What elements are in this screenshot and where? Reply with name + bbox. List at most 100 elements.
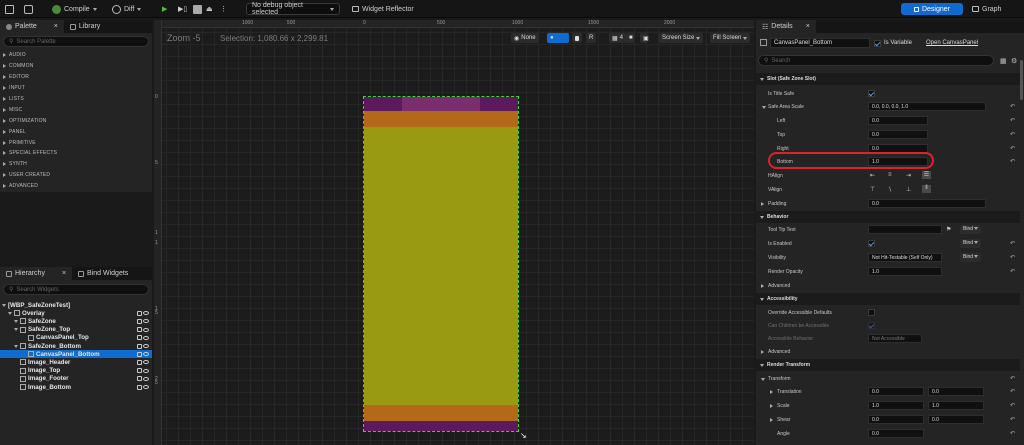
lock-icon[interactable] xyxy=(137,327,142,333)
eye-icon[interactable] xyxy=(143,352,149,357)
lock-icon[interactable] xyxy=(137,351,142,357)
can-children-checkbox[interactable] xyxy=(868,322,875,329)
tab-details[interactable]: ☷ Details × xyxy=(756,20,816,33)
hierarchy-item[interactable]: Overlay xyxy=(0,309,152,317)
is-variable-checkbox[interactable] xyxy=(874,40,881,47)
reset-arrow-icon[interactable]: ↶ xyxy=(1010,430,1015,437)
align-right-icon[interactable]: ⇥ xyxy=(906,172,911,179)
screen-size-select[interactable]: Screen Size xyxy=(659,33,704,43)
tab-library[interactable]: Library xyxy=(64,20,106,33)
hierarchy-item[interactable]: Image_Top xyxy=(0,367,152,375)
shear-y-field[interactable]: 0.0 xyxy=(928,415,984,424)
dpi-none-button[interactable]: ◉ None xyxy=(511,33,539,43)
eye-icon[interactable] xyxy=(143,319,149,324)
close-icon[interactable]: × xyxy=(62,270,66,277)
device-icon[interactable]: ▣ xyxy=(640,33,649,43)
flag-icon[interactable]: ⚑ xyxy=(946,226,951,233)
palette-category[interactable]: OPTIMIZATION xyxy=(0,115,152,126)
hierarchy-item[interactable]: SafeZone_Bottom xyxy=(0,342,152,350)
palette-category[interactable]: EDITOR xyxy=(0,72,152,83)
fill-screen-select[interactable]: Fill Screen xyxy=(710,33,751,43)
reset-arrow-icon[interactable]: ↶ xyxy=(1010,131,1015,138)
hierarchy-item[interactable]: Image_Header xyxy=(0,358,152,366)
valign-center-icon[interactable]: ∖ xyxy=(888,186,892,193)
respect-lock-button[interactable] xyxy=(572,33,582,43)
lock-icon[interactable] xyxy=(137,384,142,390)
details-search-input[interactable]: ⚲ Search xyxy=(758,55,994,66)
debug-object-select[interactable]: No debug object selected xyxy=(246,2,340,16)
section-slot[interactable]: Slot (Safe Zone Slot) xyxy=(756,73,1020,85)
hierarchy-search-input[interactable]: ⚲ Search Widgets xyxy=(3,284,149,295)
palette-category[interactable]: SPECIAL EFFECTS xyxy=(0,148,152,159)
reset-arrow-icon[interactable]: ↶ xyxy=(1010,240,1015,247)
eye-icon[interactable] xyxy=(143,360,149,365)
hierarchy-item[interactable]: [WBP_SafeZoneTest] xyxy=(0,301,152,309)
enabled-bind-button[interactable]: Bind xyxy=(960,239,982,248)
r-toggle-button[interactable]: R xyxy=(586,33,597,43)
row-advanced-2[interactable]: Advanced xyxy=(756,345,1020,359)
scale-x-field[interactable]: 1.0 xyxy=(868,401,924,410)
eye-icon[interactable] xyxy=(143,344,149,349)
save-icon[interactable] xyxy=(5,2,14,16)
angle-field[interactable]: 0.0 xyxy=(868,429,924,438)
reset-arrow-icon[interactable]: ↶ xyxy=(1010,388,1015,395)
step-icon[interactable]: ▶▯ xyxy=(178,2,187,16)
accessible-behavior-select[interactable]: Not Accessible xyxy=(868,334,922,343)
hierarchy-item[interactable]: CanvasPanel_Bottom xyxy=(0,350,152,359)
open-canvaspanel-link[interactable]: Open CanvasPanel xyxy=(926,40,978,46)
widget-name-field[interactable]: CanvasPanel_Bottom xyxy=(770,38,870,48)
valign-fill-icon[interactable]: ‖ xyxy=(922,185,931,193)
override-accessible-checkbox[interactable] xyxy=(868,309,875,316)
scale-y-field[interactable]: 1.0 xyxy=(928,401,984,410)
is-title-safe-checkbox[interactable] xyxy=(868,90,875,97)
translation-x-field[interactable]: 0.0 xyxy=(868,387,924,396)
designer-canvas[interactable]: 1000 500 0 500 1000 1500 2000 05111525 Zoom -5… xyxy=(154,20,754,445)
tab-hierarchy[interactable]: Hierarchy × xyxy=(0,267,73,280)
padding-field[interactable]: 0.0 xyxy=(868,199,986,208)
palette-category[interactable]: INPUT xyxy=(0,83,152,94)
settings-icon[interactable]: ⚙ xyxy=(1011,57,1017,65)
section-accessibility[interactable]: Accessibility xyxy=(756,293,1020,305)
palette-category[interactable]: PANEL xyxy=(0,126,152,137)
tab-palette[interactable]: Palette × xyxy=(0,20,64,33)
play-button[interactable]: ▶ xyxy=(162,2,167,16)
designer-tab-button[interactable]: Designer xyxy=(901,3,963,15)
valign-top-icon[interactable]: ⊤ xyxy=(870,186,875,193)
palette-search-input[interactable]: ⚲ Search Palette xyxy=(3,36,149,47)
hierarchy-item[interactable]: SafeZone_Top xyxy=(0,326,152,334)
lock-icon[interactable] xyxy=(137,318,142,324)
compile-button[interactable]: Compile xyxy=(52,2,97,16)
reset-arrow-icon[interactable]: ↶ xyxy=(1010,268,1015,275)
palette-category[interactable]: PRIMITIVE xyxy=(0,137,152,148)
palette-category[interactable]: COMMON xyxy=(0,61,152,72)
preview-toggle[interactable]: ■ xyxy=(626,33,634,43)
align-left-icon[interactable]: ⇤ xyxy=(870,172,875,179)
reset-arrow-icon[interactable]: ↶ xyxy=(1010,158,1015,165)
tab-bind-widgets[interactable]: Bind Widgets xyxy=(72,267,134,280)
palette-category[interactable]: MISC xyxy=(0,104,152,115)
image-header[interactable] xyxy=(364,97,518,111)
palette-category[interactable]: USER CREATED xyxy=(0,170,152,181)
lock-icon[interactable] xyxy=(137,343,142,349)
hierarchy-item[interactable]: SafeZone xyxy=(0,317,152,325)
eye-icon[interactable] xyxy=(143,368,149,373)
eye-icon[interactable] xyxy=(143,385,149,390)
eye-icon[interactable] xyxy=(143,327,149,332)
hierarchy-item[interactable]: CanvasPanel_Top xyxy=(0,334,152,342)
graph-tab-button[interactable]: Graph xyxy=(972,2,1001,16)
reset-arrow-icon[interactable]: ↶ xyxy=(1010,254,1015,261)
details-scrollbar[interactable] xyxy=(1020,60,1023,100)
reset-arrow-icon[interactable]: ↶ xyxy=(1010,402,1015,409)
shear-x-field[interactable]: 0.0 xyxy=(868,415,924,424)
lock-icon[interactable] xyxy=(137,310,142,316)
widget-reflector-button[interactable]: Widget Reflector xyxy=(352,2,414,16)
close-icon[interactable]: × xyxy=(54,23,58,30)
is-enabled-checkbox[interactable] xyxy=(868,240,875,247)
widget-preview[interactable] xyxy=(363,96,519,432)
reset-arrow-icon[interactable]: ↶ xyxy=(1010,117,1015,124)
more-options-icon[interactable]: ⋮ xyxy=(220,2,227,16)
palette-category[interactable]: SYNTH xyxy=(0,159,152,170)
visibility-select[interactable]: Not Hit-Testable (Self Only) xyxy=(868,253,942,262)
lock-icon[interactable] xyxy=(137,368,142,374)
table-view-icon[interactable]: ▦ xyxy=(1000,57,1007,65)
